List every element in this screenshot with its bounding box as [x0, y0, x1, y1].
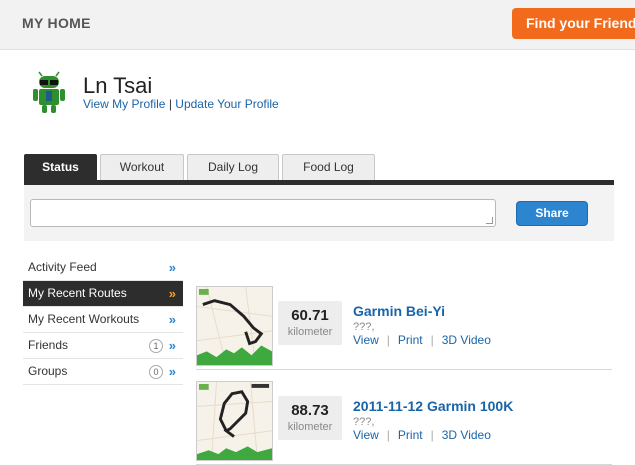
route-subtitle: ???,	[353, 321, 375, 333]
distance-box: 88.73 kilometer	[278, 396, 342, 440]
groups-count-badge: 0	[149, 365, 163, 379]
print-link[interactable]: Print	[398, 333, 423, 347]
route-map-thumbnail[interactable]	[196, 286, 273, 366]
page-header: MY HOME Find your Friends	[0, 0, 635, 50]
sidebar-item-my-recent-workouts[interactable]: My Recent Workouts »	[23, 307, 183, 333]
view-link[interactable]: View	[353, 333, 379, 347]
action-separator: |	[386, 333, 390, 347]
sidebar-item-label: Friends	[28, 338, 69, 352]
sidebar-item-label: My Recent Workouts	[28, 312, 140, 326]
double-chevron-icon: »	[168, 286, 176, 301]
resize-grip-icon[interactable]	[486, 217, 493, 224]
route-name-link[interactable]: 2011-11-12 Garmin 100K	[353, 398, 513, 414]
update-profile-link[interactable]: Update Your Profile	[175, 97, 278, 111]
distance-unit: kilometer	[287, 421, 333, 433]
friends-count-badge: 1	[149, 339, 163, 353]
sidebar-nav: Activity Feed » My Recent Routes » My Re…	[23, 255, 183, 385]
route-item: 88.73 kilometer 2011-11-12 Garmin 100K ?…	[196, 376, 612, 465]
view-link[interactable]: View	[353, 428, 379, 442]
action-separator: |	[430, 428, 434, 442]
tab-food-log[interactable]: Food Log	[282, 154, 375, 180]
route-subtitle: ???,	[353, 416, 375, 428]
distance-box: 60.71 kilometer	[278, 301, 342, 345]
sidebar-item-groups[interactable]: Groups 0 »	[23, 359, 183, 385]
distance-value: 60.71	[291, 307, 329, 324]
status-panel: Share	[24, 185, 614, 241]
route-list: 60.71 kilometer Garmin Bei-Yi ???, View |…	[196, 281, 612, 465]
tab-workout[interactable]: Workout	[100, 154, 184, 180]
profile-links: View My Profile | Update Your Profile	[83, 97, 279, 111]
distance-value: 88.73	[291, 402, 329, 419]
link-separator: |	[168, 97, 172, 111]
distance-unit: kilometer	[287, 326, 333, 338]
route-item: 60.71 kilometer Garmin Bei-Yi ???, View |…	[196, 281, 612, 370]
sidebar-item-label: My Recent Routes	[28, 286, 127, 300]
route-map-thumbnail[interactable]	[196, 381, 273, 461]
view-profile-link[interactable]: View My Profile	[83, 97, 165, 111]
sidebar-item-my-recent-routes[interactable]: My Recent Routes »	[23, 281, 183, 307]
sidebar-item-label: Activity Feed	[28, 260, 97, 274]
page-title: MY HOME	[22, 15, 91, 31]
user-name: Ln Tsai	[83, 73, 153, 98]
status-input[interactable]	[30, 199, 496, 227]
tab-daily-log[interactable]: Daily Log	[187, 154, 279, 180]
action-separator: |	[386, 428, 390, 442]
sidebar-item-friends[interactable]: Friends 1 »	[23, 333, 183, 359]
double-chevron-icon: »	[168, 364, 176, 379]
3d-video-link[interactable]: 3D Video	[442, 333, 491, 347]
route-actions: View | Print | 3D Video	[353, 333, 491, 347]
3d-video-link[interactable]: 3D Video	[442, 428, 491, 442]
print-link[interactable]: Print	[398, 428, 423, 442]
double-chevron-icon: »	[168, 312, 176, 327]
sidebar-item-activity-feed[interactable]: Activity Feed »	[23, 255, 183, 281]
action-separator: |	[430, 333, 434, 347]
avatar[interactable]	[25, 70, 73, 118]
double-chevron-icon: »	[168, 260, 176, 275]
sidebar-item-label: Groups	[28, 364, 68, 378]
tab-status[interactable]: Status	[24, 154, 97, 180]
route-actions: View | Print | 3D Video	[353, 428, 491, 442]
share-button[interactable]: Share	[516, 201, 588, 226]
find-friends-button[interactable]: Find your Friends	[512, 8, 635, 39]
double-chevron-icon: »	[168, 338, 176, 353]
route-name-link[interactable]: Garmin Bei-Yi	[353, 303, 445, 319]
